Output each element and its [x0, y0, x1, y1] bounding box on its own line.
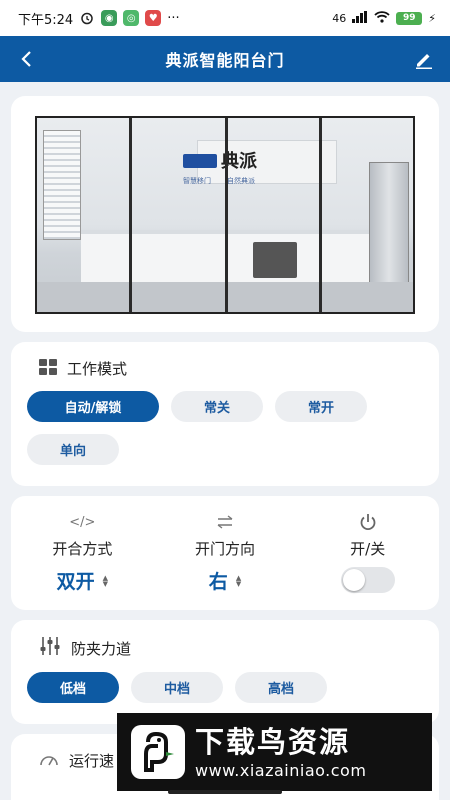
back-arrow-icon [21, 51, 31, 67]
logo-sub-left: 智慧移门 [183, 177, 211, 185]
fridge [369, 162, 409, 286]
speedometer-icon [39, 751, 59, 771]
anti-pinch-title: 防夹力道 [71, 639, 132, 658]
sort-caret-icon: ▲ ▼ [235, 573, 242, 588]
alarm-icon [79, 10, 95, 26]
anti-pinch-card: 防夹力道 低档 中档 高档 [11, 620, 439, 724]
page-title: 典派智能阳台门 [165, 51, 285, 70]
status-time: 下午5:24 [18, 12, 74, 28]
ad-banner[interactable]: 下载鸟资源 www.xiazainiao.com [117, 713, 432, 791]
door-preview-image: 典派 智慧移门 自然典派 [35, 116, 415, 314]
mode-one-way-chip[interactable]: 单向 [27, 434, 119, 465]
bird-logo-icon [131, 725, 185, 779]
power-toggle[interactable] [340, 567, 395, 593]
door-direction-control[interactable]: 开门方向 右 ▲ ▼ [154, 512, 297, 610]
power-label: 开/关 [350, 540, 386, 558]
oven [253, 242, 297, 278]
mode-normally-open-chip[interactable]: 常开 [275, 391, 367, 422]
logo-subtitle: 智慧移门 自然典派 [183, 176, 255, 186]
back-button[interactable] [12, 45, 40, 73]
mode-auto-unlock-chip[interactable]: 自动/解锁 [27, 391, 159, 422]
window-blinds [43, 130, 81, 240]
ad-url: www.xiazainiao.com [195, 760, 367, 780]
door-frame-1 [129, 118, 132, 312]
door-frame-3 [319, 118, 322, 312]
mode-normally-closed-chip[interactable]: 常关 [171, 391, 263, 422]
power-icon [359, 512, 377, 532]
swap-icon [216, 512, 234, 532]
work-mode-card: 工作模式 自动/解锁 常关 常开 单向 [11, 342, 439, 486]
main-content: 典派 智慧移门 自然典派 工作模式 自动/解锁 常关 常开 单向 </> 开合方… [0, 82, 450, 800]
home-indicator [168, 790, 282, 794]
wifi-icon [374, 10, 390, 26]
edit-button[interactable] [410, 45, 438, 73]
app-bar: 典派智能阳台门 [0, 36, 450, 82]
open-mode-label: 开合方式 [52, 540, 113, 558]
logo-mark [183, 154, 217, 168]
brand-logo: 典派 [183, 152, 257, 172]
status-bar: 下午5:24 ◉ ◎ ♥ ··· 46 99 ⚡ [0, 0, 450, 36]
door-direction-value: 右 [208, 571, 228, 593]
door-frame-2 [225, 118, 228, 312]
toggle-knob [342, 569, 365, 591]
sort-caret-icon: ▲ ▼ [102, 573, 109, 588]
open-mode-control[interactable]: </> 开合方式 双开 ▲ ▼ [11, 512, 154, 610]
ad-title: 下载鸟资源 [195, 724, 351, 759]
pencil-icon [415, 54, 432, 69]
battery-indicator: 99 [396, 11, 423, 25]
logo-sub-right: 自然典派 [227, 177, 255, 185]
network-type: 46 [332, 11, 347, 25]
door-controls-card: </> 开合方式 双开 ▲ ▼ 开门方向 右 ▲ ▼ 开/关 [11, 496, 439, 610]
open-mode-value: 双开 [56, 571, 95, 593]
door-preview-card: 典派 智慧移门 自然典派 [11, 96, 439, 332]
pinch-low-chip[interactable]: 低档 [27, 672, 119, 703]
grid-icon [39, 358, 57, 379]
pinch-high-chip[interactable]: 高档 [235, 672, 327, 703]
code-icon: </> [69, 514, 96, 530]
work-mode-title: 工作模式 [67, 360, 128, 378]
door-direction-label: 开门方向 [195, 540, 256, 558]
message-notification-icon: ◎ [123, 10, 140, 26]
app-notification-icon: ◉ [101, 10, 118, 26]
more-notifications-icon: ··· [167, 10, 180, 26]
charging-icon: ⚡ [428, 11, 436, 25]
power-control: 开/关 [296, 512, 439, 610]
pinch-medium-chip[interactable]: 中档 [131, 672, 223, 703]
heart-notification-icon: ♥ [145, 10, 162, 26]
run-speed-title: 运行速 [69, 752, 115, 770]
sliders-icon [39, 636, 61, 660]
signal-icon [352, 10, 368, 26]
